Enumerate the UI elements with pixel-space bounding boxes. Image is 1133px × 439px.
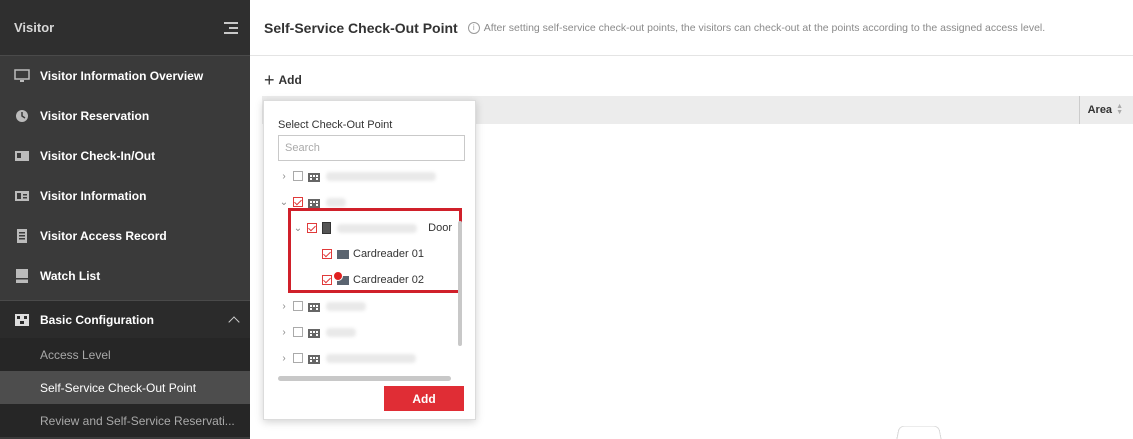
sidebar-item-label: Visitor Information <box>40 189 147 203</box>
page-header: Self-Service Check-Out Point i After set… <box>250 0 1133 56</box>
tree-checkbox[interactable] <box>322 275 332 285</box>
tree-node-reader[interactable]: Cardreader 02 <box>278 267 458 293</box>
plus-icon: + <box>264 70 275 90</box>
sidebar-item-label: Visitor Reservation <box>40 109 150 123</box>
blurred-label <box>326 197 346 207</box>
chevron-down-icon[interactable]: ⌄ <box>278 197 290 208</box>
tree-node[interactable]: › <box>278 163 458 189</box>
monitor-icon <box>14 69 30 83</box>
sidebar: Visitor Visitor Information Overview Vis… <box>0 0 250 439</box>
page-hint: After setting self-service check-out poi… <box>483 21 1046 34</box>
tree-node[interactable]: › <box>278 319 458 345</box>
sort-icon[interactable]: ▲ ▼ <box>1116 103 1123 116</box>
tree-checkbox[interactable] <box>293 327 303 337</box>
reader-label: Cardreader 01 <box>353 248 424 260</box>
tree-checkbox[interactable] <box>293 353 303 363</box>
blurred-label <box>337 223 417 233</box>
building-icon <box>308 328 320 338</box>
reader-label: Cardreader 02 <box>353 274 424 286</box>
page-title: Self-Service Check-Out Point <box>264 19 458 36</box>
tree-checkbox[interactable] <box>322 249 332 259</box>
sidebar-item-label: Visitor Information Overview <box>40 69 204 83</box>
horizontal-scrollbar[interactable] <box>278 376 451 381</box>
tree-checkbox[interactable] <box>293 301 303 311</box>
chevron-right-icon[interactable]: › <box>278 301 290 312</box>
tree-node[interactable]: › <box>278 293 458 319</box>
info-icon: i <box>467 21 480 34</box>
document-icon <box>14 229 30 243</box>
blurred-label <box>326 171 436 181</box>
add-button[interactable]: + Add <box>264 70 302 90</box>
empty-state-illustration <box>894 425 944 439</box>
popup-add-button[interactable]: Add <box>384 386 464 411</box>
main-content: Self-Service Check-Out Point i After set… <box>250 0 1133 439</box>
menu-collapse-icon[interactable] <box>224 21 238 34</box>
search-input[interactable] <box>278 135 465 161</box>
sidebar-subitem-review-and-self-service-reservation[interactable]: Review and Self-Service Reservati... <box>0 404 250 437</box>
tree-node[interactable]: › <box>278 345 458 371</box>
config-icon <box>14 313 30 327</box>
door-label: Door <box>428 222 452 234</box>
chevron-up-icon <box>228 315 240 328</box>
sidebar-item-visitor-information[interactable]: Visitor Information <box>0 176 250 216</box>
list-icon <box>14 269 30 283</box>
sidebar-header: Visitor <box>0 0 250 56</box>
chevron-right-icon[interactable]: › <box>278 353 290 364</box>
tree-node[interactable]: ⌄ <box>278 189 458 215</box>
building-icon <box>308 198 320 208</box>
sidebar-item-watch-list[interactable]: Watch List <box>0 256 250 296</box>
sidebar-title: Visitor <box>14 20 55 35</box>
blurred-label <box>326 301 366 311</box>
blurred-label <box>326 327 356 337</box>
sidebar-item-label: Watch List <box>40 269 101 283</box>
sidebar-group-basic-configuration[interactable]: Basic Configuration <box>0 300 250 338</box>
app-window: Visitor Visitor Information Overview Vis… <box>0 0 1133 439</box>
tree-node-door[interactable]: ⌄ Door <box>278 215 458 241</box>
clock-icon <box>14 109 30 123</box>
door-icon <box>322 222 331 234</box>
popup-title: Select Check-Out Point <box>278 119 393 131</box>
sidebar-subitem-self-service-check-out-point[interactable]: Self-Service Check-Out Point <box>0 371 250 404</box>
building-icon <box>308 302 320 312</box>
check-out-point-tree: › ⌄ ⌄ Door Cardreader 01 Cardreader 02 ›… <box>278 163 458 371</box>
sidebar-item-visitor-access-record[interactable]: Visitor Access Record <box>0 216 250 256</box>
column-label: Area <box>1087 104 1113 116</box>
building-icon <box>308 354 320 364</box>
profile-card-icon <box>14 189 30 203</box>
chevron-down-icon[interactable]: ⌄ <box>292 223 304 234</box>
building-icon <box>308 172 320 182</box>
add-button-label: Add <box>278 73 302 87</box>
tree-checkbox[interactable] <box>293 197 303 207</box>
id-card-icon <box>14 149 30 163</box>
tree-checkbox[interactable] <box>293 171 303 181</box>
sidebar-subitem-access-level[interactable]: Access Level <box>0 338 250 371</box>
chevron-right-icon[interactable]: › <box>278 171 290 182</box>
column-header-area[interactable]: Area ▲ ▼ <box>1078 96 1123 124</box>
sidebar-item-visitor-information-overview[interactable]: Visitor Information Overview <box>0 56 250 96</box>
select-check-out-point-popup: Select Check-Out Point › ⌄ ⌄ <box>263 100 476 420</box>
tree-node-reader[interactable]: Cardreader 01 <box>278 241 458 267</box>
sidebar-item-visitor-reservation[interactable]: Visitor Reservation <box>0 96 250 136</box>
card-reader-offline-icon <box>333 270 349 285</box>
sidebar-group-label: Basic Configuration <box>40 312 155 327</box>
tree-checkbox[interactable] <box>307 223 317 233</box>
vertical-scrollbar[interactable] <box>458 221 462 346</box>
blurred-label <box>326 353 416 363</box>
sidebar-item-label: Visitor Access Record <box>40 229 167 243</box>
sidebar-item-label: Visitor Check-In/Out <box>40 149 156 163</box>
chevron-right-icon[interactable]: › <box>278 327 290 338</box>
card-reader-icon <box>337 249 349 259</box>
sidebar-item-visitor-check-in-out[interactable]: Visitor Check-In/Out <box>0 136 250 176</box>
